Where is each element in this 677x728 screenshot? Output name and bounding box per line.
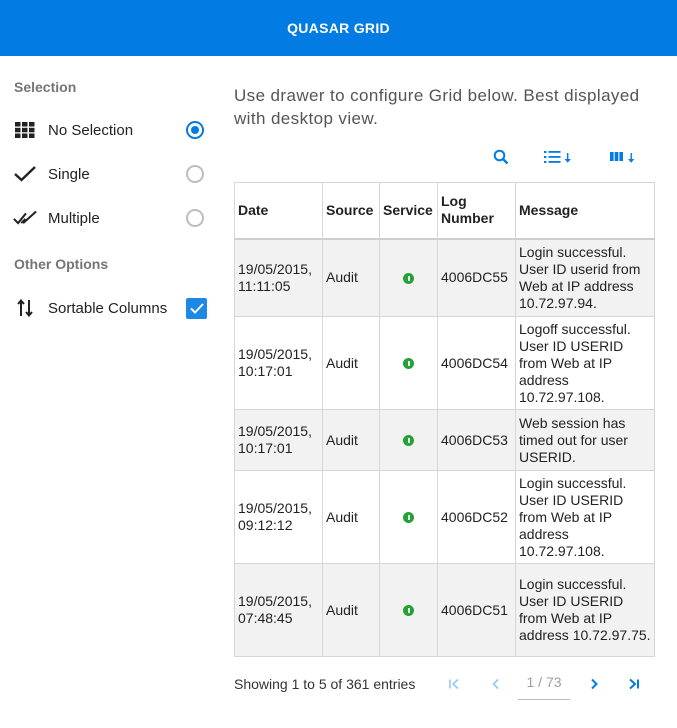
column-header-message[interactable]: Message bbox=[515, 182, 655, 239]
columns-icon bbox=[609, 150, 637, 169]
double-check-icon bbox=[13, 206, 37, 230]
next-page-button[interactable] bbox=[584, 676, 604, 694]
source-cell: Audit bbox=[322, 470, 380, 564]
info-icon bbox=[403, 358, 414, 370]
source-cell: Audit bbox=[322, 238, 380, 317]
date-cell: 19/05/2015, 11:11:05 bbox=[234, 238, 323, 317]
columns-button[interactable] bbox=[608, 148, 638, 170]
table-row[interactable]: 19/05/2015, 09:12:12 Audit 4006DC52 Logi… bbox=[234, 470, 655, 564]
search-icon bbox=[493, 149, 509, 170]
message-cell: Login successful. User ID USERID from We… bbox=[515, 470, 655, 564]
sortable-columns-checkbox[interactable] bbox=[186, 297, 207, 319]
selection-option-label: Single bbox=[48, 165, 90, 183]
search-button[interactable] bbox=[490, 148, 512, 170]
log-number-cell: 4006DC52 bbox=[437, 470, 516, 564]
last-page-button[interactable] bbox=[624, 676, 644, 694]
log-number-cell: 4006DC55 bbox=[437, 238, 516, 317]
column-header-source[interactable]: Source bbox=[322, 182, 380, 239]
log-number-cell: 4006DC51 bbox=[437, 563, 516, 657]
selection-option-none[interactable]: No Selection bbox=[0, 108, 222, 152]
sort-arrows-icon bbox=[13, 296, 37, 320]
intro-text: Use drawer to configure Grid below. Best… bbox=[234, 86, 640, 128]
rows-per-page-icon bbox=[544, 150, 574, 169]
other-options-title: Other Options bbox=[14, 256, 109, 272]
check-icon bbox=[13, 162, 37, 186]
source-cell: Audit bbox=[322, 316, 380, 410]
service-cell bbox=[379, 316, 438, 410]
prev-page-button[interactable] bbox=[486, 676, 506, 694]
app-title: QUASAR GRID bbox=[287, 20, 390, 36]
last-page-icon bbox=[628, 677, 640, 693]
grid-icon bbox=[13, 118, 37, 142]
service-cell bbox=[379, 238, 438, 317]
rows-per-page-button[interactable] bbox=[543, 148, 575, 170]
info-icon bbox=[403, 273, 414, 285]
column-header-service[interactable]: Service bbox=[379, 182, 438, 239]
service-cell bbox=[379, 470, 438, 564]
first-page-button[interactable] bbox=[444, 676, 464, 694]
date-cell: 19/05/2015, 07:48:45 bbox=[234, 563, 323, 657]
selection-section-title: Selection bbox=[14, 79, 77, 95]
service-cell bbox=[379, 563, 438, 657]
log-number-cell: 4006DC54 bbox=[437, 316, 516, 410]
info-icon bbox=[403, 605, 414, 617]
date-cell: 19/05/2015, 10:17:01 bbox=[234, 409, 323, 471]
app-header: QUASAR GRID bbox=[0, 0, 677, 56]
selection-option-single[interactable]: Single bbox=[0, 152, 222, 196]
message-cell: Web session has timed out for user USERI… bbox=[515, 409, 655, 471]
sortable-columns-label: Sortable Columns bbox=[48, 299, 168, 317]
date-cell: 19/05/2015, 09:12:12 bbox=[234, 470, 323, 564]
table-row[interactable]: 19/05/2015, 07:48:45 Audit 4006DC51 Logi… bbox=[234, 563, 655, 657]
table-row[interactable]: 19/05/2015, 10:17:01 Audit 4006DC54 Logo… bbox=[234, 316, 655, 410]
single-selection-radio[interactable] bbox=[186, 165, 204, 183]
message-cell: Logoff successful. User ID USERID from W… bbox=[515, 316, 655, 410]
table-row[interactable]: 19/05/2015, 11:11:05 Audit 4006DC55 Logi… bbox=[234, 238, 655, 317]
column-header-log-number[interactable]: Log Number bbox=[437, 182, 516, 239]
page-input[interactable]: 1 / 73 bbox=[518, 674, 570, 700]
service-cell bbox=[379, 409, 438, 471]
log-grid: Date Source Service Log Number Message 1… bbox=[234, 182, 655, 657]
message-cell: Login successful. User ID userid from We… bbox=[515, 238, 655, 317]
column-header-date[interactable]: Date bbox=[234, 182, 323, 239]
info-icon bbox=[403, 435, 414, 447]
chevron-left-icon bbox=[491, 677, 501, 693]
info-icon bbox=[403, 512, 414, 524]
sortable-columns-option[interactable]: Sortable Columns bbox=[0, 286, 222, 330]
multiple-selection-radio[interactable] bbox=[186, 209, 204, 227]
table-header-row: Date Source Service Log Number Message bbox=[234, 182, 655, 239]
source-cell: Audit bbox=[322, 409, 380, 471]
drawer: Selection No Selection Single Multiple O… bbox=[0, 56, 222, 728]
selection-option-label: Multiple bbox=[48, 209, 100, 227]
page-value: 1 / 73 bbox=[526, 674, 562, 690]
no-selection-radio[interactable] bbox=[186, 121, 204, 139]
table-row[interactable]: 19/05/2015, 10:17:01 Audit 4006DC53 Web … bbox=[234, 409, 655, 471]
log-number-cell: 4006DC53 bbox=[437, 409, 516, 471]
chevron-right-icon bbox=[589, 677, 599, 693]
selection-option-multiple[interactable]: Multiple bbox=[0, 196, 222, 240]
first-page-icon bbox=[448, 677, 460, 693]
source-cell: Audit bbox=[322, 563, 380, 657]
selection-option-label: No Selection bbox=[48, 121, 134, 139]
entries-summary: Showing 1 to 5 of 361 entries bbox=[234, 676, 416, 692]
date-cell: 19/05/2015, 10:17:01 bbox=[234, 316, 323, 410]
message-cell: Login successful. User ID USERID from We… bbox=[515, 563, 655, 657]
